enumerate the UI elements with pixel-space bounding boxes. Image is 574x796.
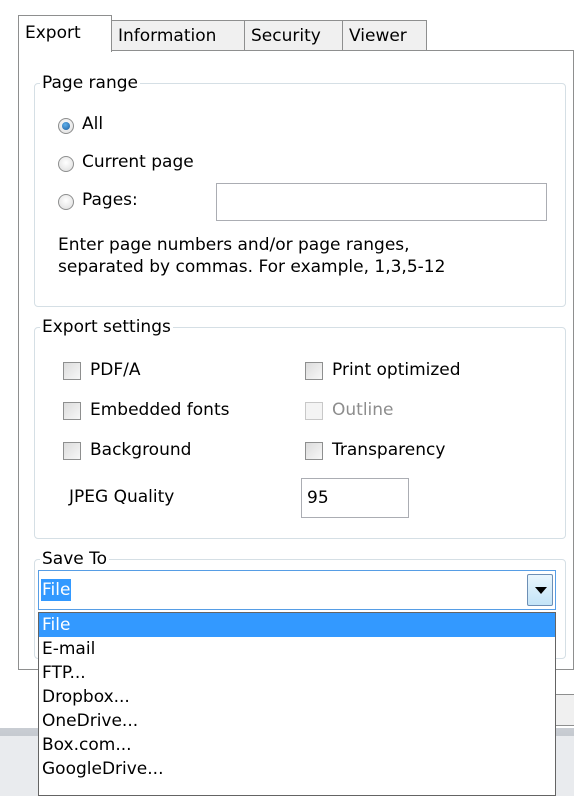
transparency-checkbox[interactable] xyxy=(305,442,323,460)
page-range-hint: Enter page numbers and/or page ranges, s… xyxy=(58,235,446,277)
page-range-group: Page range All Current page Pages: Enter… xyxy=(34,73,566,307)
outline-label: Outline xyxy=(332,400,394,420)
export-settings-group: Export settings PDF/A Print optimized Em… xyxy=(34,317,566,539)
export-dialog: Export Information Security Viewer Page … xyxy=(0,0,574,796)
save-to-option-onedrive[interactable]: OneDrive... xyxy=(39,709,555,733)
current-page-radio-label[interactable]: Current page xyxy=(82,151,194,173)
background-checkbox[interactable] xyxy=(63,442,81,460)
background-label[interactable]: Background xyxy=(90,439,191,461)
save-to-dropdown-button[interactable] xyxy=(527,574,553,606)
page-range-legend: Page range xyxy=(40,73,140,93)
jpeg-quality-value: 95 xyxy=(307,488,329,508)
embedded-fonts-checkbox[interactable] xyxy=(63,402,81,420)
tab-export-label: Export xyxy=(25,23,81,43)
save-to-option-ftp[interactable]: FTP... xyxy=(39,661,555,685)
pages-radio-label[interactable]: Pages: xyxy=(82,189,138,211)
tab-viewer-label: Viewer xyxy=(349,26,407,46)
save-to-legend: Save To xyxy=(40,549,110,569)
save-to-option-boxcom[interactable]: Box.com... xyxy=(39,733,555,757)
save-to-selected-value: File xyxy=(41,579,72,601)
export-settings-legend: Export settings xyxy=(40,317,173,337)
print-optimized-checkbox[interactable] xyxy=(305,362,323,380)
save-to-option-dropbox[interactable]: Dropbox... xyxy=(39,685,555,709)
pages-input[interactable] xyxy=(216,183,547,221)
save-to-dropdown-list: File E-mail FTP... Dropbox... OneDrive..… xyxy=(38,612,556,796)
chevron-down-icon xyxy=(535,587,547,594)
outline-checkbox xyxy=(305,402,323,420)
tab-security[interactable]: Security xyxy=(244,20,343,50)
embedded-fonts-label[interactable]: Embedded fonts xyxy=(90,399,229,421)
transparency-label[interactable]: Transparency xyxy=(332,439,445,461)
tab-viewer[interactable]: Viewer xyxy=(342,20,427,50)
tab-information[interactable]: Information xyxy=(111,20,245,50)
save-to-option-googledrive[interactable]: GoogleDrive... xyxy=(39,757,555,781)
print-optimized-label[interactable]: Print optimized xyxy=(332,359,461,381)
jpeg-quality-label: JPEG Quality xyxy=(69,487,175,507)
save-to-option-file[interactable]: File xyxy=(39,613,555,637)
tab-export[interactable]: Export xyxy=(18,15,112,52)
all-radio-label[interactable]: All xyxy=(82,113,103,135)
all-radio[interactable] xyxy=(58,118,74,134)
save-to-combobox[interactable]: File xyxy=(38,570,556,610)
current-page-radio[interactable] xyxy=(58,156,74,172)
tab-security-label: Security xyxy=(251,26,321,46)
jpeg-quality-input[interactable]: 95 xyxy=(301,478,409,518)
pdfa-checkbox[interactable] xyxy=(63,362,81,380)
save-to-option-email[interactable]: E-mail xyxy=(39,637,555,661)
tab-information-label: Information xyxy=(118,26,217,46)
pdfa-label[interactable]: PDF/A xyxy=(90,359,140,381)
pages-radio[interactable] xyxy=(58,194,74,210)
